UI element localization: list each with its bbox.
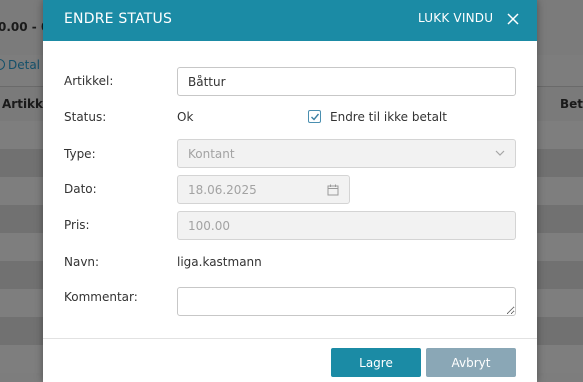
date-label: Dato: (64, 182, 97, 196)
mark-unpaid-checkbox[interactable] (308, 110, 321, 123)
name-value: liga.kastmann (177, 255, 262, 269)
status-value: Ok (177, 110, 194, 124)
comment-label: Kommentar: (64, 290, 138, 304)
cancel-button[interactable]: Avbryt (426, 348, 516, 377)
dialog-header: ENDRE STATUS LUKK VINDU (43, 0, 537, 41)
background-detail-link: Detal (0, 58, 40, 72)
mark-unpaid-label[interactable]: Endre til ikke betalt (330, 110, 447, 124)
close-icon[interactable] (506, 12, 520, 26)
type-select[interactable]: Kontant (177, 139, 516, 168)
edit-status-dialog: ENDRE STATUS LUKK VINDU Artikkel: Status… (43, 0, 537, 382)
save-button[interactable]: Lagre (331, 348, 421, 377)
status-label: Status: (64, 110, 107, 124)
background-header-right: Beta (560, 97, 583, 111)
plus-circle-icon (0, 59, 5, 70)
article-input[interactable] (177, 67, 516, 96)
dialog-title: ENDRE STATUS (64, 11, 173, 27)
article-label: Artikkel: (64, 74, 114, 88)
price-input[interactable]: 100.00 (177, 211, 516, 240)
dialog-footer-divider (43, 338, 537, 339)
price-label: Pris: (64, 218, 90, 232)
name-label: Navn: (64, 255, 100, 269)
date-input-value: 18.06.2025 (188, 183, 257, 197)
comment-textarea[interactable] (177, 287, 516, 316)
checkmark-icon (311, 113, 320, 121)
chevron-down-icon (495, 150, 505, 156)
background-detail-label: Detal (8, 58, 41, 72)
type-label: Type: (64, 147, 96, 161)
date-input[interactable]: 18.06.2025 (177, 175, 350, 204)
calendar-icon[interactable] (327, 184, 339, 196)
price-input-value: 100.00 (188, 219, 230, 233)
type-select-value: Kontant (188, 147, 235, 161)
close-window-link[interactable]: LUKK VINDU (418, 11, 493, 25)
